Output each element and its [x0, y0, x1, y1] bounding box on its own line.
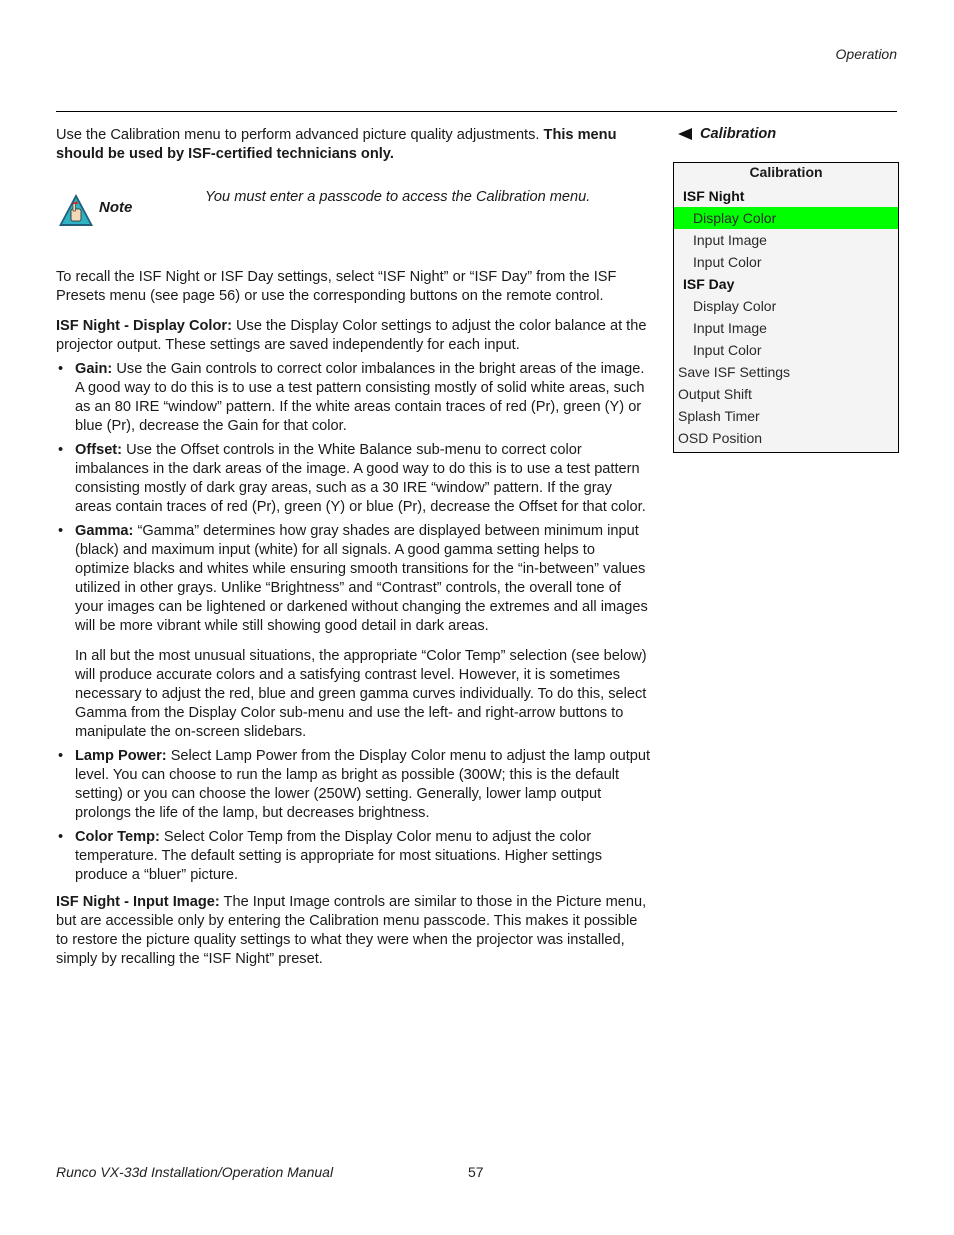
main-content: Use the Calibration menu to perform adva… [56, 126, 652, 969]
bullet-color-temp: Color Temp: Select Color Temp from the D… [56, 828, 652, 885]
intro-paragraph: Use the Calibration menu to perform adva… [56, 126, 652, 164]
bullet-term: Gamma: [75, 523, 134, 539]
recall-paragraph: To recall the ISF Night or ISF Day setti… [56, 269, 617, 304]
bullet-term: Offset: [75, 442, 123, 458]
sidebar-heading-text: Calibration [700, 126, 777, 142]
menu-item-isf-night-input-image[interactable]: Input Image [674, 229, 898, 251]
menu-item-save-isf-settings[interactable]: Save ISF Settings [674, 361, 898, 383]
display-color-paragraph: ISF Night - Display Color: Use the Displ… [56, 317, 652, 355]
note-text: You must enter a passcode to access the … [205, 189, 591, 205]
bullet-term: Gain: [75, 361, 113, 377]
header-divider [56, 111, 897, 112]
bullet-term: Color Temp: [75, 829, 160, 845]
menu-item-isf-night[interactable]: ISF Night [674, 185, 898, 207]
note-label: Note [99, 199, 133, 216]
bullet-text: Use the Offset controls in the White Bal… [75, 442, 646, 515]
menu-item-isf-day-display-color[interactable]: Display Color [674, 295, 898, 317]
bullet-gain: Gain: Use the Gain controls to correct c… [56, 360, 652, 436]
input-image-paragraph: ISF Night - Input Image: The Input Image… [56, 893, 652, 969]
menu-item-splash-timer[interactable]: Splash Timer [674, 405, 898, 427]
menu-item-isf-day[interactable]: ISF Day [674, 273, 898, 295]
gamma-extra-paragraph: In all but the most unusual situations, … [75, 648, 647, 740]
sidebar-heading: Calibration [678, 126, 899, 142]
footer-manual-title: Runco VX-33d Installation/Operation Manu… [56, 1164, 334, 1180]
menu-item-isf-day-input-image[interactable]: Input Image [674, 317, 898, 339]
menu-item-isf-night-display-color[interactable]: Display Color [674, 207, 898, 229]
input-image-heading: ISF Night - Input Image: [56, 894, 220, 910]
bullet-text: “Gamma” determines how gray shades are d… [75, 523, 648, 634]
warning-hand-icon [59, 194, 93, 226]
bullet-lamp-power: Lamp Power: Select Lamp Power from the D… [56, 747, 652, 823]
left-arrow-icon [678, 128, 692, 140]
display-color-heading: ISF Night - Display Color: [56, 318, 232, 334]
footer-page-number: 57 [468, 1164, 484, 1180]
menu-item-isf-day-input-color[interactable]: Input Color [674, 339, 898, 361]
sidebar: Calibration Calibration ISF Night Displa… [673, 126, 899, 453]
menu-item-output-shift[interactable]: Output Shift [674, 383, 898, 405]
running-header-section: Operation [835, 46, 897, 62]
intro-text: Use the Calibration menu to perform adva… [56, 127, 544, 143]
note-callout: Note You must enter a passcode to access… [56, 189, 652, 243]
bullet-gamma: Gamma: “Gamma” determines how gray shade… [56, 522, 652, 742]
menu-item-osd-position[interactable]: OSD Position [674, 427, 898, 449]
menu-title: Calibration [749, 164, 823, 180]
display-color-bullets: Gain: Use the Gain controls to correct c… [56, 360, 652, 885]
calibration-menu: Calibration ISF Night Display Color Inpu… [673, 162, 899, 453]
bullet-term: Lamp Power: [75, 748, 167, 764]
bullet-text: Use the Gain controls to correct color i… [75, 361, 645, 434]
bullet-offset: Offset: Use the Offset controls in the W… [56, 441, 652, 517]
menu-item-isf-night-input-color[interactable]: Input Color [674, 251, 898, 273]
